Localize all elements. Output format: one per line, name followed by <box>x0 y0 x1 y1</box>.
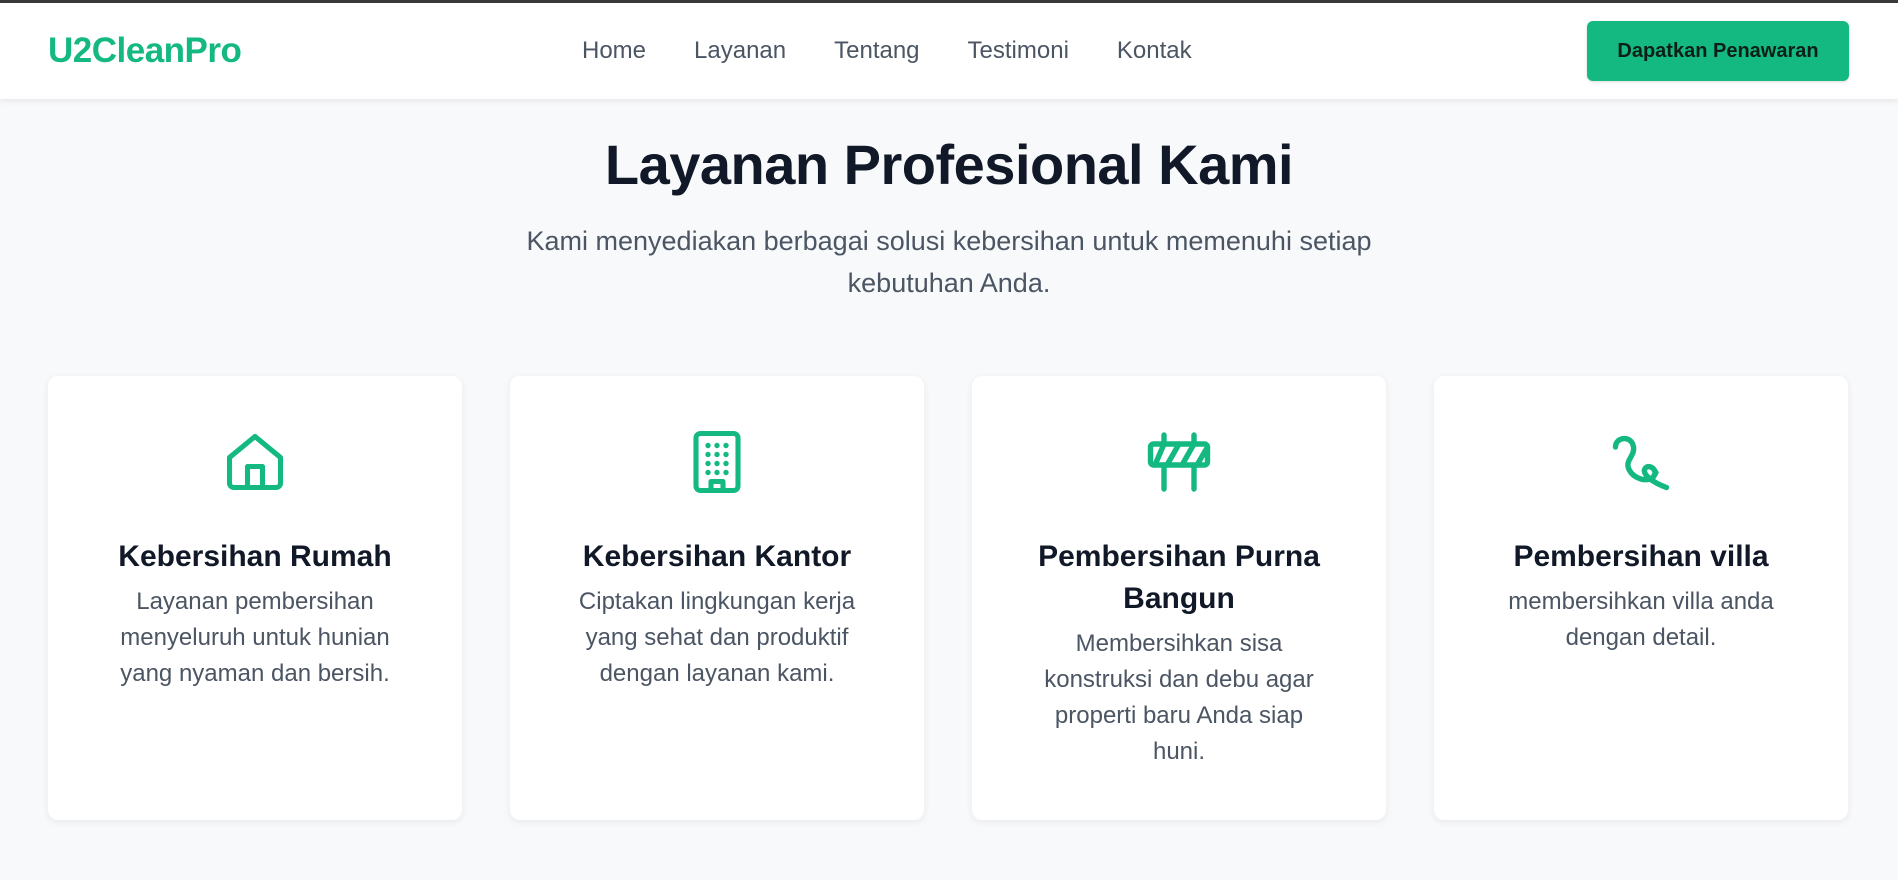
nav-testimoni[interactable]: Testimoni <box>968 37 1069 65</box>
nav-tentang[interactable]: Tentang <box>834 37 919 65</box>
service-card-home: Kebersihan Rumah Layanan pembersihan men… <box>48 376 462 820</box>
office-building-icon <box>693 430 741 494</box>
service-description: Layanan pembersihan menyeluruh untuk hun… <box>120 588 390 687</box>
construction-barrier-icon <box>1147 432 1211 492</box>
section-title: Layanan Profesional Kami <box>604 133 1294 196</box>
house-icon <box>226 433 284 491</box>
service-description: Membersihkan sisa konstruksi dan debu ag… <box>1044 630 1314 765</box>
service-title: Kebersihan Kantor <box>582 540 852 573</box>
service-card-villa: Pembersihan villa membersihkan villa and… <box>1434 376 1848 820</box>
section-subtitle: Kami menyediakan berbagai solusi kebersi… <box>526 226 1372 298</box>
services-grid: Kebersihan Rumah Layanan pembersihan men… <box>48 376 1848 820</box>
nav-layanan[interactable]: Layanan <box>694 37 786 65</box>
service-title: Kebersihan Rumah <box>118 540 392 573</box>
squiggle-icon <box>1612 435 1670 491</box>
nav-kontak[interactable]: Kontak <box>1117 37 1192 65</box>
service-card-construction: Pembersihan Purna Bangun Membersihkan si… <box>972 376 1386 820</box>
service-title: Pembersihan villa <box>1513 540 1769 573</box>
service-title: Pembersihan Purna Bangun <box>1038 540 1320 615</box>
service-description: membersihkan villa anda dengan detail. <box>1508 588 1774 651</box>
brand-logo[interactable]: U2CleanPro <box>48 31 242 71</box>
main-nav: Home Layanan Tentang Testimoni Kontak <box>582 3 1192 99</box>
service-card-office: Kebersihan Kantor Ciptakan lingkungan ke… <box>510 376 924 820</box>
nav-home[interactable]: Home <box>582 37 646 65</box>
service-description: Ciptakan lingkungan kerja yang sehat dan… <box>578 588 856 687</box>
get-quote-button[interactable]: Dapatkan Penawaran <box>1587 21 1849 81</box>
site-header: U2CleanPro Home Layanan Tentang Testimon… <box>0 3 1898 99</box>
